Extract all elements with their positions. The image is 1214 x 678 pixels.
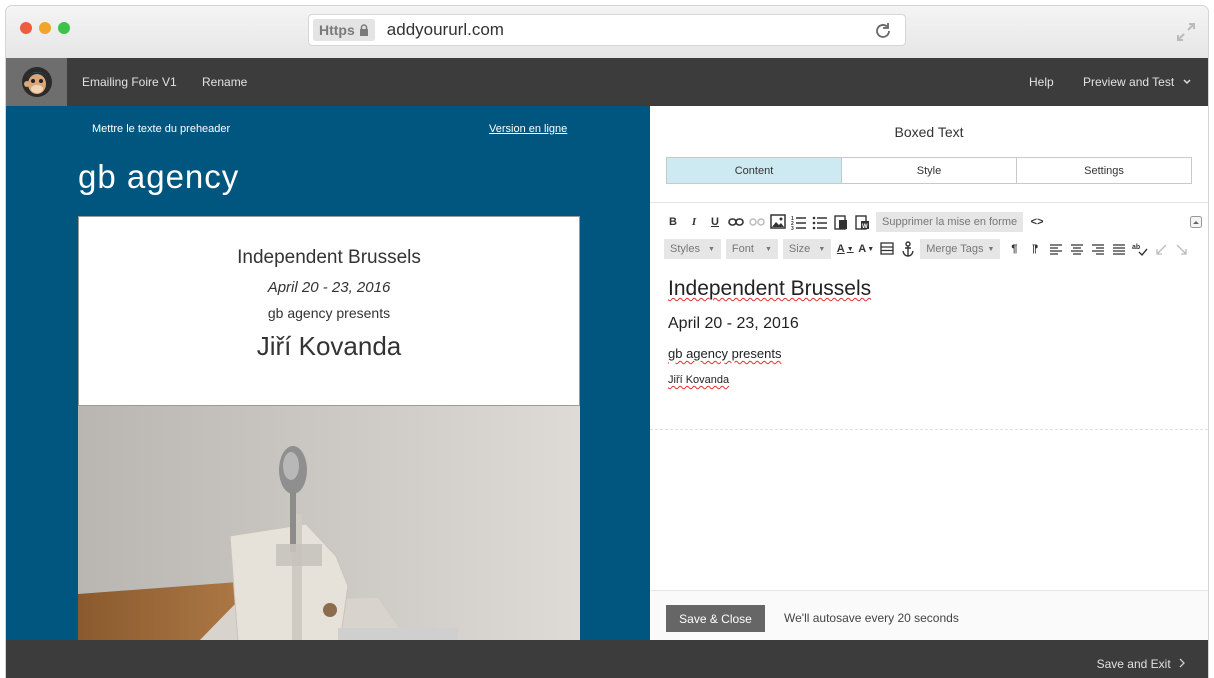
background-color-button[interactable]: A ▼	[857, 239, 875, 259]
protocol-label: https	[319, 22, 355, 38]
editor-heading: Independent Brussels	[668, 277, 872, 300]
bold-button[interactable]: B	[664, 212, 682, 232]
italic-button[interactable]: I	[685, 212, 703, 232]
align-center-icon[interactable]	[1068, 239, 1086, 259]
source-code-icon[interactable]: <>	[1028, 212, 1046, 232]
size-label: Size	[788, 243, 811, 255]
panel-tabs: Content Style Settings	[666, 157, 1192, 184]
help-link[interactable]: Help	[1029, 58, 1054, 106]
merge-tags-dropdown[interactable]: Merge Tags ▼	[920, 239, 1001, 259]
redo-icon[interactable]	[1173, 239, 1191, 259]
styles-dropdown[interactable]: Styles ▼	[664, 239, 721, 259]
bulleted-list-icon[interactable]	[811, 212, 829, 232]
preview-test-menu[interactable]: Preview and Test	[1083, 58, 1192, 106]
collapse-toolbar-icon[interactable]	[1190, 216, 1202, 228]
paste-text-icon[interactable]	[832, 212, 850, 232]
bottom-bar: Save and Exit	[6, 640, 1208, 678]
autosave-notice: We'll autosave every 20 seconds	[784, 611, 959, 625]
rtl-paragraph-icon[interactable]: ¶	[1026, 239, 1044, 259]
chevron-right-icon	[1179, 658, 1185, 668]
https-badge: https	[313, 19, 375, 41]
toolbar-row-1: B I U 123 W Supprimer la mise en forme <…	[664, 212, 1049, 232]
address-bar[interactable]: https addyoururl.com	[308, 14, 906, 46]
editor-artist: Jiří Kovanda	[668, 374, 730, 386]
styles-label: Styles	[670, 243, 700, 255]
brand-title[interactable]: gb agency	[78, 158, 239, 196]
boxed-text-block[interactable]: Independent Brussels April 20 - 23, 2016…	[78, 216, 580, 406]
editor-content[interactable]: Independent Brussels April 20 - 23, 2016…	[668, 277, 871, 386]
box-dates: April 20 - 23, 2016	[267, 279, 391, 296]
ltr-paragraph-icon[interactable]: ¶	[1005, 239, 1023, 259]
svg-text:ab: ab	[1132, 244, 1140, 251]
link-icon[interactable]	[727, 212, 745, 232]
reload-icon[interactable]	[873, 21, 893, 41]
artwork-photo[interactable]	[78, 406, 580, 640]
panel-title: Boxed Text	[894, 124, 964, 140]
anchor-icon[interactable]	[899, 239, 917, 259]
lock-icon	[359, 24, 368, 36]
svg-text:W: W	[862, 224, 868, 230]
close-window-button[interactable]	[20, 22, 32, 34]
spellcheck-icon[interactable]: ab	[1131, 239, 1149, 259]
tab-style[interactable]: Style	[842, 158, 1017, 183]
tab-settings[interactable]: Settings	[1017, 158, 1191, 183]
editor-presents: gb agency presents	[668, 346, 782, 361]
preview-test-label: Preview and Test	[1083, 75, 1175, 89]
rich-text-editor: B I U 123 W Supprimer la mise en forme <…	[650, 202, 1208, 430]
fullscreen-icon[interactable]	[1176, 22, 1196, 42]
text-color-button[interactable]: A ▼	[836, 239, 854, 259]
box-title: Independent Brussels	[237, 247, 421, 268]
svg-text:3: 3	[791, 226, 794, 232]
align-left-icon[interactable]	[1047, 239, 1065, 259]
spoon-sculpture-image	[78, 406, 580, 640]
minimize-window-button[interactable]	[39, 22, 51, 34]
chevron-down-icon	[1182, 79, 1191, 85]
browser-window: https addyoururl.com Emailing Foire V1 R…	[6, 6, 1208, 678]
preheader-text[interactable]: Mettre le texte du preheader	[92, 123, 230, 135]
freddie-logo-icon	[21, 67, 52, 97]
merge-tags-label: Merge Tags	[926, 243, 984, 255]
rename-link[interactable]: Rename	[202, 58, 247, 106]
box-artist: Jiří Kovanda	[256, 331, 402, 361]
editor-dates: April 20 - 23, 2016	[668, 315, 799, 332]
email-preview: Mettre le texte du preheader Version en …	[6, 106, 650, 640]
maximize-window-button[interactable]	[58, 22, 70, 34]
size-dropdown[interactable]: Size ▼	[782, 239, 832, 259]
app-header: Emailing Foire V1 Rename Help Preview an…	[6, 58, 1208, 106]
editor-panel: Boxed Text Content Style Settings B I U …	[650, 106, 1208, 640]
panel-footer: Save & Close We'll autosave every 20 sec…	[650, 590, 1208, 640]
underline-button[interactable]: U	[706, 212, 724, 232]
unlink-icon[interactable]	[748, 212, 766, 232]
table-icon[interactable]	[878, 239, 896, 259]
image-icon[interactable]	[769, 212, 787, 232]
align-right-icon[interactable]	[1089, 239, 1107, 259]
mailchimp-logo[interactable]	[6, 58, 67, 106]
url-text: addyoururl.com	[386, 20, 504, 39]
online-version-link[interactable]: Version en ligne	[489, 123, 567, 135]
numbered-list-icon[interactable]: 123	[790, 212, 808, 232]
paste-word-icon[interactable]: W	[853, 212, 871, 232]
save-exit-label: Save and Exit	[1096, 657, 1171, 671]
remove-format-button[interactable]: Supprimer la mise en forme	[876, 212, 1024, 232]
tab-content[interactable]: Content	[667, 158, 842, 183]
justify-icon[interactable]	[1110, 239, 1128, 259]
campaign-name-link[interactable]: Emailing Foire V1	[82, 58, 177, 106]
save-close-button[interactable]: Save & Close	[666, 605, 765, 632]
font-label: Font	[731, 243, 754, 255]
browser-titlebar: https addyoururl.com	[6, 6, 1208, 58]
toolbar-row-2: Styles ▼ Font ▼ Size ▼ A ▼ A ▼ Merge Tags ▼ ¶ …	[664, 239, 1194, 259]
font-dropdown[interactable]: Font ▼	[725, 239, 778, 259]
box-presents: gb agency presents	[267, 305, 391, 321]
undo-icon[interactable]	[1152, 239, 1170, 259]
save-exit-button[interactable]: Save and Exit	[1097, 657, 1186, 671]
